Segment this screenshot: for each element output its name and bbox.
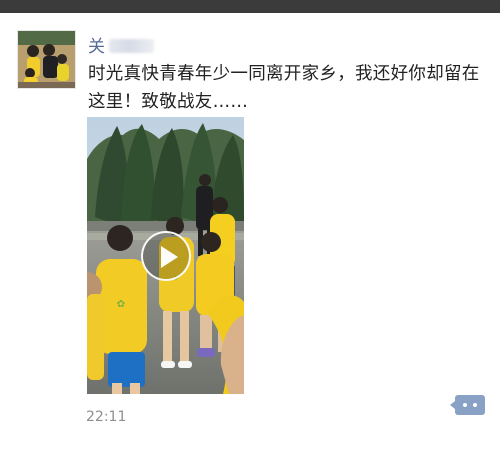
play-icon[interactable]	[140, 230, 191, 281]
more-dots-icon[interactable]	[450, 395, 485, 415]
author-name-redaction	[109, 39, 154, 53]
author-name[interactable]: 关	[88, 32, 154, 57]
status-bar	[0, 0, 500, 13]
dot-icon	[463, 403, 467, 407]
svg-text:✿: ✿	[117, 299, 125, 310]
author-avatar[interactable]	[17, 30, 76, 89]
author-name-text[interactable]: 关	[88, 37, 105, 57]
post-text: 时光真快青春年少一同离开家乡，我还好你却留在这里！致敬战友……	[88, 64, 480, 112]
post-timestamp: 22:11	[86, 409, 127, 425]
video-thumbnail[interactable]: ✦ ✿	[87, 117, 244, 394]
dot-icon	[473, 403, 477, 407]
